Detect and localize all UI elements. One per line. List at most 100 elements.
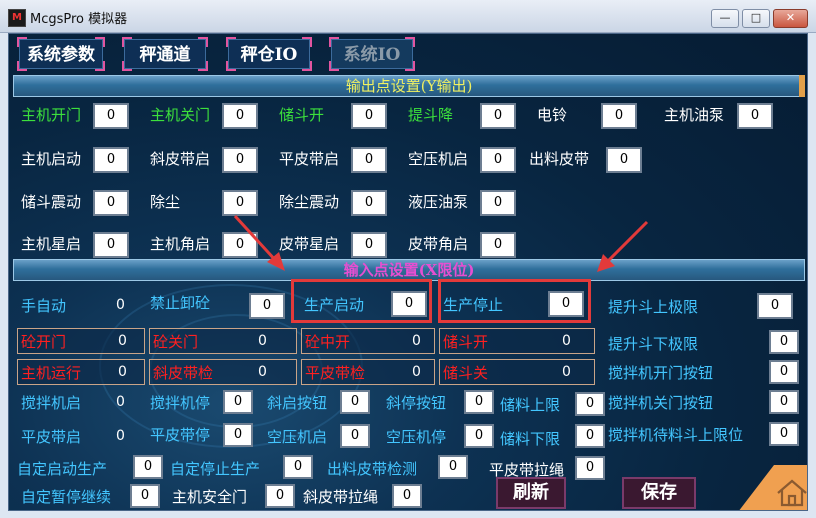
alarm-indicator: 主机运行 0 (17, 359, 145, 385)
annotation-arrow (233, 214, 285, 271)
input-label: 出料皮带检测 (327, 460, 418, 478)
input-value-field[interactable]: 0 (130, 484, 160, 508)
input-value-field[interactable]: 0 (769, 390, 799, 414)
input-value-field[interactable]: 0 (283, 455, 313, 479)
output-value-field[interactable]: 0 (222, 103, 258, 129)
input-value-field[interactable]: 0 (223, 390, 253, 414)
input-value-field[interactable]: 0 (769, 360, 799, 384)
alarm-indicator: 斜皮带检 0 (149, 359, 297, 385)
output-value-field[interactable]: 0 (606, 147, 642, 173)
tab-system-io[interactable]: 系统IO (329, 37, 415, 71)
input-value-field[interactable]: 0 (265, 484, 295, 508)
output-value-field[interactable]: 0 (351, 103, 387, 129)
input-label: 储料上限 (500, 396, 561, 414)
output-label: 提斗降 (408, 106, 454, 124)
input-label: 斜皮带拉绳 (303, 488, 379, 506)
input-value-field[interactable]: 0 (392, 484, 422, 508)
alarm-indicator: 储斗开 0 (439, 328, 595, 354)
title-bar[interactable]: M McgsPro 模拟器 — □ ✕ (0, 0, 816, 33)
input-label: 搅拌机待料斗上限位 (608, 426, 744, 444)
input-value-field[interactable]: 0 (464, 424, 494, 448)
output-label: 储斗震动 (21, 193, 82, 211)
input-label: 搅拌机启 (21, 394, 82, 412)
input-value-field[interactable]: 0 (223, 423, 253, 447)
output-value-field[interactable]: 0 (351, 147, 387, 173)
input-value-field[interactable]: 0 (769, 422, 799, 446)
input-value-field[interactable]: 0 (340, 424, 370, 448)
window-title: McgsPro 模拟器 (30, 12, 128, 27)
input-label: 平皮带停 (150, 426, 211, 444)
input-value-field[interactable]: 0 (133, 455, 163, 479)
refresh-button[interactable]: 刷新 (496, 477, 566, 509)
input-value: 0 (116, 394, 125, 410)
input-label: 空压机停 (386, 428, 447, 446)
output-value-field[interactable]: 0 (351, 232, 387, 258)
alarm-indicator: 砼中开 0 (301, 328, 435, 354)
input-label: 搅拌机开门按钮 (608, 364, 714, 382)
input-value-field[interactable]: 0 (575, 392, 605, 416)
output-value-field[interactable]: 0 (222, 147, 258, 173)
input-value-field[interactable]: 0 (575, 424, 605, 448)
input-label: 自定停止生产 (170, 460, 261, 478)
output-value-field[interactable]: 0 (93, 190, 129, 216)
alarm-indicator: 砼关门 0 (149, 328, 297, 354)
output-value-field[interactable]: 0 (737, 103, 773, 129)
output-value-field[interactable]: 0 (480, 232, 516, 258)
output-label: 除尘震动 (279, 193, 340, 211)
maximize-button[interactable]: □ (742, 9, 770, 28)
input-label: 空压机启 (267, 428, 328, 446)
output-label: 空压机启 (408, 150, 469, 168)
input-value-field[interactable]: 0 (464, 390, 494, 414)
output-value-field[interactable]: 0 (480, 147, 516, 173)
minimize-button[interactable]: — (711, 9, 739, 28)
input-label: 平皮带启 (21, 428, 82, 446)
output-label: 储斗开 (279, 106, 325, 124)
input-value-field[interactable]: 0 (757, 293, 793, 319)
input-label: 搅拌机停 (150, 394, 211, 412)
input-label: 主机安全门 (172, 488, 248, 506)
input-label: 提升斗下极限 (608, 335, 699, 353)
output-label: 主机关门 (150, 106, 211, 124)
output-label: 主机星启 (21, 235, 82, 253)
input-label: 提升斗上极限 (608, 298, 699, 316)
output-value-field[interactable]: 0 (601, 103, 637, 129)
alarm-indicator: 储斗关 0 (439, 359, 595, 385)
output-label: 主机启动 (21, 150, 82, 168)
input-value: 0 (116, 297, 125, 313)
output-value-field[interactable]: 0 (93, 103, 129, 129)
close-button[interactable]: ✕ (773, 9, 808, 28)
input-value-field[interactable]: 0 (575, 456, 605, 480)
input-label: 自定暂停继续 (21, 488, 112, 506)
input-value-field[interactable]: 0 (340, 390, 370, 414)
tab-scale-bin-io[interactable]: 秤仓IO (226, 37, 312, 71)
input-value-field[interactable]: 0 (391, 291, 427, 317)
output-value-field[interactable]: 0 (93, 232, 129, 258)
alarm-indicator: 砼开门 0 (17, 328, 145, 354)
output-label: 主机油泵 (664, 106, 725, 124)
hmi-screen: 系统参数 秤通道 秤仓IO 系统IO 输出点设置(Y输出) 主机开门 0 主机关… (8, 33, 808, 511)
annotation-arrow (597, 220, 649, 272)
tab-scale-channel[interactable]: 秤通道 (122, 37, 208, 71)
input-value-field[interactable]: 0 (548, 291, 584, 317)
input-value-field[interactable]: 0 (769, 330, 799, 354)
output-value-field[interactable]: 0 (93, 147, 129, 173)
output-label: 主机角启 (150, 235, 211, 253)
simulator-window: M McgsPro 模拟器 — □ ✕ 系统参数 秤通道 秤仓IO 系统IO 输… (0, 0, 816, 518)
input-label: 斜停按钮 (386, 394, 447, 412)
output-value-field[interactable]: 0 (480, 103, 516, 129)
output-value-field[interactable]: 0 (351, 190, 387, 216)
input-label: 手自动 (21, 297, 67, 315)
input-value-field[interactable]: 0 (249, 293, 285, 319)
tab-system-params[interactable]: 系统参数 (17, 37, 105, 71)
input-value-field[interactable]: 0 (438, 455, 468, 479)
input-label: 自定启动生产 (17, 460, 108, 478)
output-label: 出料皮带 (529, 150, 590, 168)
input-label: 斜启按钮 (267, 394, 328, 412)
output-label: 主机开门 (21, 106, 82, 124)
input-label: 储料下限 (500, 430, 561, 448)
output-section-title: 输出点设置(Y输出) (13, 75, 805, 97)
home-button[interactable] (738, 465, 808, 511)
output-value-field[interactable]: 0 (480, 190, 516, 216)
output-label: 液压油泵 (408, 193, 469, 211)
save-button[interactable]: 保存 (622, 477, 696, 509)
